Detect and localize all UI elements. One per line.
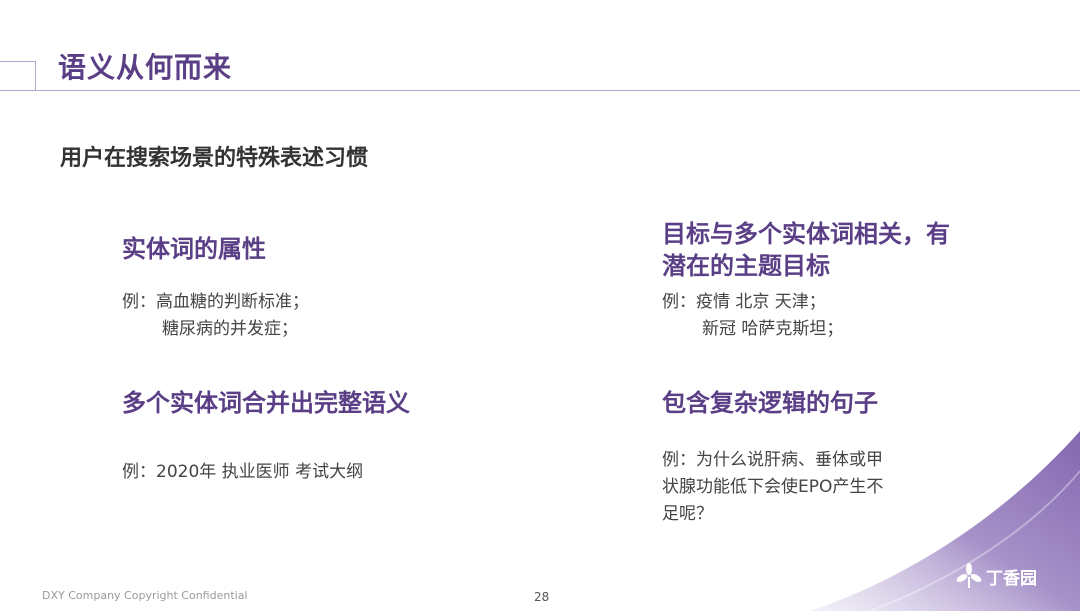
page-title: 语义从何而来 (58, 51, 233, 84)
example-prefix: 例： (662, 292, 696, 312)
example-line: 糖尿病的并发症； (162, 319, 298, 339)
page-number: 28 (534, 590, 550, 604)
example-line: 新冠 哈萨克斯坦； (702, 319, 844, 339)
section-body-multi-entity-topic: 例：疫情 北京 天津； 新冠 哈萨克斯坦； (662, 289, 843, 343)
clove-flower-icon (956, 563, 982, 588)
header-divider (0, 90, 1080, 91)
logo-text: 丁香园 (986, 568, 1037, 589)
dxy-logo: 丁香园 (956, 563, 1037, 589)
section-title-line: 目标与多个实体词相关，有 (662, 220, 950, 248)
example-prefix: 例： (122, 292, 156, 312)
example-line: 2020年 执业医师 考试大纲 (156, 462, 364, 482)
section-title-multi-entity-topic: 目标与多个实体词相关，有 潜在的主题目标 (662, 218, 950, 282)
example-line: 疫情 北京 天津； (696, 292, 826, 312)
section-title-entity-attribute: 实体词的属性 (122, 235, 266, 263)
example-prefix: 例： (122, 462, 156, 482)
footer-copyright: DXY Company Copyright Confidential (42, 589, 248, 602)
subtitle: 用户在搜索场景的特殊表述习惯 (60, 146, 369, 171)
section-title-line: 潜在的主题目标 (662, 252, 830, 280)
section-title-complex-logic: 包含复杂逻辑的句子 (662, 389, 878, 417)
section-body-merged-semantics: 例：2020年 执业医师 考试大纲 (122, 459, 363, 486)
section-title-merged-semantics: 多个实体词合并出完整语义 (122, 389, 410, 417)
example-line: 高血糖的判断标准； (156, 292, 309, 312)
header-accent-line (0, 61, 36, 91)
slide: 语义从何而来 用户在搜索场景的特殊表述习惯 实体词的属性 例：高血糖的判断标准；… (0, 0, 1080, 611)
section-body-entity-attribute: 例：高血糖的判断标准； 糖尿病的并发症； (122, 289, 309, 343)
